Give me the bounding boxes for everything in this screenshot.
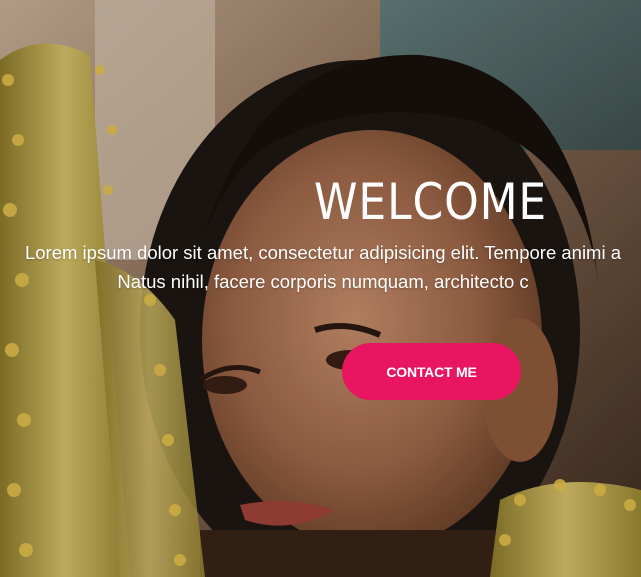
hero-title: WELCOME [314,173,548,231]
hero-lead-line: Lorem ipsum dolor sit amet, consectetur … [24,242,622,263]
hero-section: WELCOME Lorem ipsum dolor sit amet, cons… [0,0,641,577]
hero-lead-line: Natus nihil, facere corporis numquam, ar… [117,271,529,292]
contact-me-button[interactable]: CONTACT ME [342,343,521,400]
hero-lead-text: Lorem ipsum dolor sit amet, consectetur … [0,238,641,296]
